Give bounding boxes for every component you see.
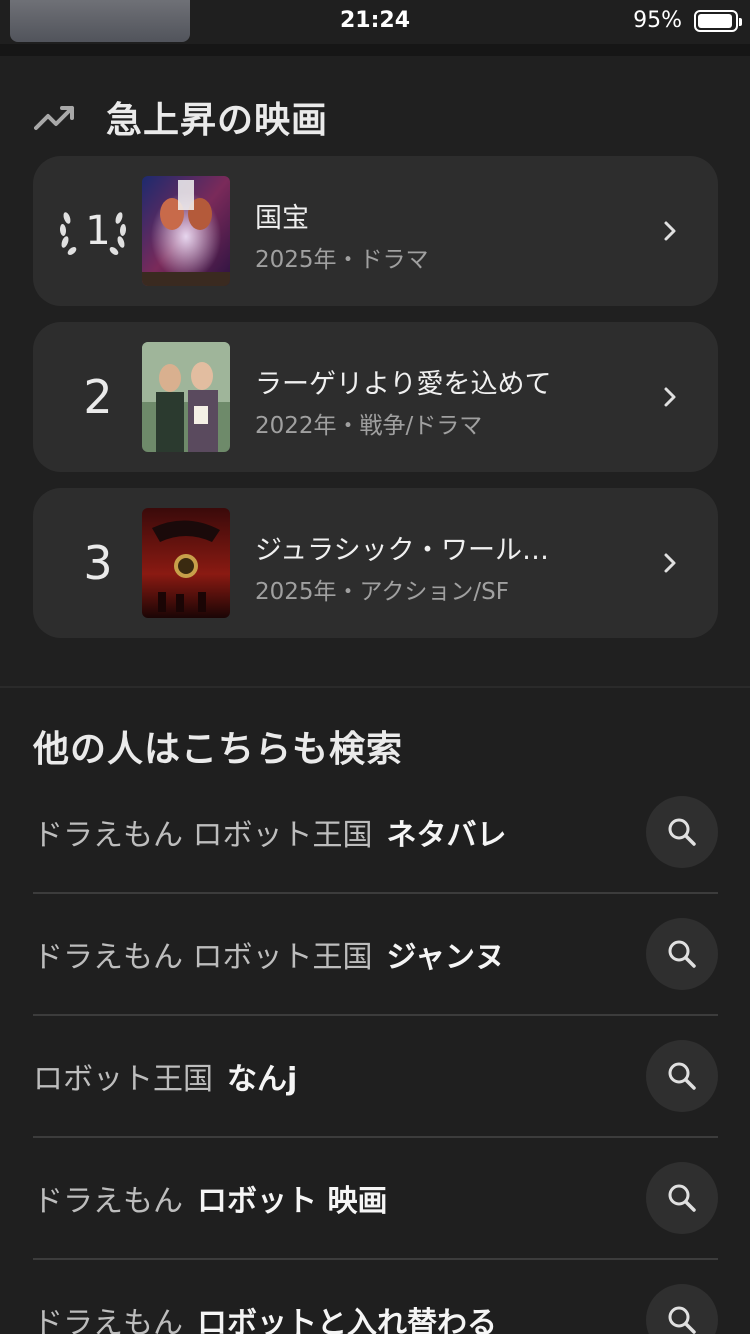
trending-up-icon [34,106,74,130]
related-searches-title: 他の人はこちらも検索 [33,729,404,770]
query-bold: ロボットと入れ替わる [197,1306,497,1334]
search-icon [668,1306,696,1334]
query-bold: ジャンヌ [386,940,506,975]
chevron-right-icon [664,221,676,241]
movie-meta: 2022年・戦争/ドラマ [255,413,483,439]
chevron-right-icon [664,387,676,407]
related-search-item[interactable]: ドラえもん ロボットと入れ替わる [33,1260,718,1334]
query-bold: ネタバレ [386,818,507,853]
query-plain: ドラえもん ロボット王国 [33,940,373,975]
movie-meta: 2025年・ドラマ [255,247,429,273]
search-icon [668,1062,696,1090]
poster-lageri [142,342,230,452]
section-title: 急上昇の映画 [106,100,329,141]
poster-kokuho [142,176,230,286]
related-search-text[interactable]: ドラえもん ロボット 映画 [33,1138,387,1258]
query-bold: ロボット 映画 [197,1184,388,1219]
rank-number: 1 [85,208,111,254]
related-search-item[interactable]: ロボット王国 なんj [33,1016,718,1138]
movie-meta: 2025年・アクション/SF [255,579,509,605]
query-plain: ドラえもん ロボット王国 [33,818,373,853]
search-button[interactable] [646,1284,718,1334]
query-plain: ドラえもん [33,1306,183,1334]
search-icon [668,818,696,846]
search-icon [668,940,696,968]
related-search-text[interactable]: ドラえもん ロボット王国 ジャンヌ [33,894,505,1014]
section-divider [0,686,750,688]
query-plain: ドラえもん [33,1184,183,1219]
movie-title: 国宝 [255,203,309,234]
query-bold: なんj [227,1062,298,1097]
related-search-item[interactable]: ドラえもん ロボット王国 ジャンヌ [33,894,718,1016]
chevron-right-icon [664,553,676,573]
rank-number: 2 [83,370,113,424]
related-search-item[interactable]: ドラえもん ロボット 映画 [33,1138,718,1260]
related-search-text[interactable]: ドラえもん ロボット王国 ネタバレ [33,772,507,892]
search-button[interactable] [646,918,718,990]
related-search-item[interactable]: ドラえもん ロボット王国 ネタバレ [33,772,718,894]
related-search-text[interactable]: ロボット王国 なんj [33,1016,297,1136]
related-search-text[interactable]: ドラえもん ロボットと入れ替わる [33,1260,497,1334]
search-button[interactable] [646,796,718,868]
query-plain: ロボット王国 [33,1062,213,1097]
poster-jurassic [142,508,230,618]
trending-movies-section: 急上昇の映画 1 国宝 2025年・ドラマ 2 ラーゲリより愛を込めて 2022… [0,56,750,686]
section-header: 急上昇の映画 [34,92,328,142]
movie-title: ラーゲリより愛を込めて [255,369,552,400]
battery-icon [694,10,742,32]
rank-number: 3 [83,536,113,590]
battery-percentage: 95% [633,8,682,33]
search-icon [668,1184,696,1212]
movie-card[interactable]: 1 国宝 2025年・ドラマ [33,156,718,306]
movie-card[interactable]: 2 ラーゲリより愛を込めて 2022年・戦争/ドラマ [33,322,718,472]
divider [0,44,750,56]
search-button[interactable] [646,1040,718,1112]
movie-card[interactable]: 3 ジュラシック・ワール… 2025年・アクション/SF [33,488,718,638]
movie-title: ジュラシック・ワール… [255,535,550,566]
status-bar: 21:24 95% [0,0,750,44]
search-button[interactable] [646,1162,718,1234]
